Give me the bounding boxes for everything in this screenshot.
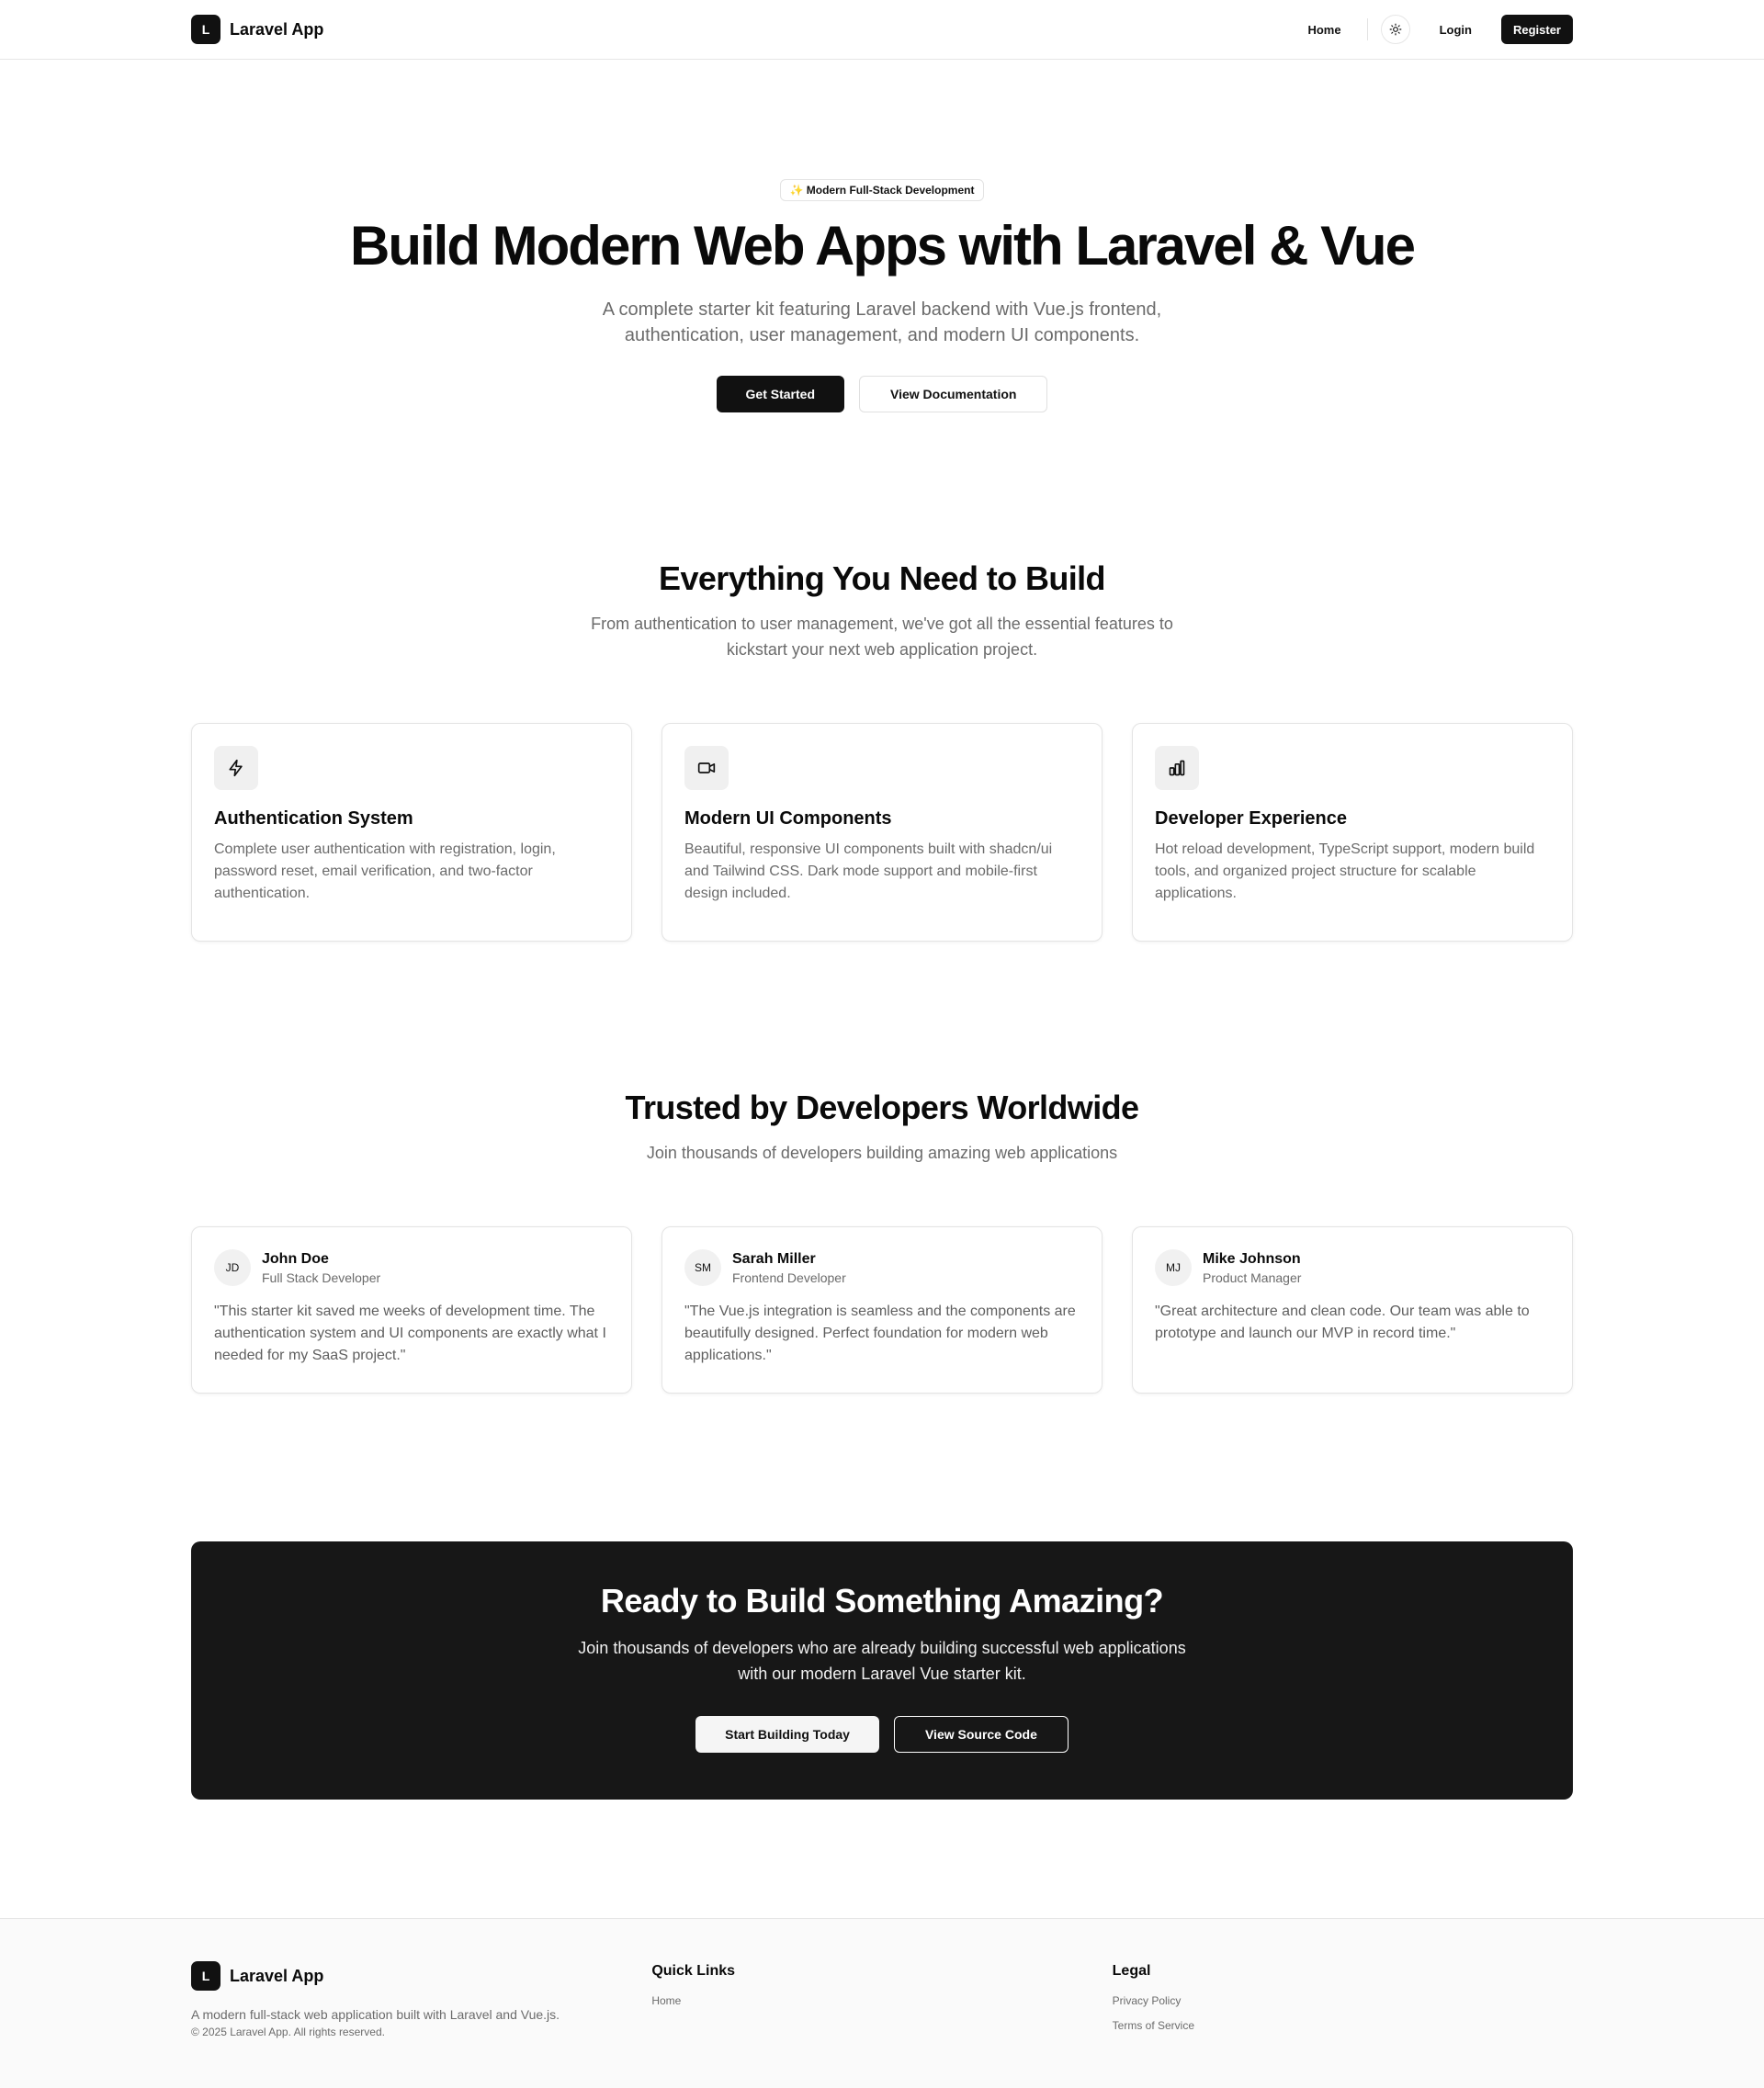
author-role: Product Manager [1203, 1270, 1302, 1285]
site-header: L Laravel App Home Login Register [0, 0, 1764, 60]
testimonial-card: JD John Doe Full Stack Developer "This s… [191, 1226, 632, 1394]
feature-title: Modern UI Components [684, 808, 892, 829]
site-footer: L Laravel App A modern full-stack web ap… [0, 1918, 1764, 2088]
feature-title: Authentication System [214, 808, 413, 829]
feature-description: Beautiful, responsive UI components buil… [684, 841, 1053, 901]
legal-heading: Legal [1112, 1963, 1151, 1979]
theme-toggle-button[interactable] [1380, 15, 1410, 44]
cta-subtitle: Join thousands of developers who are alr… [578, 1639, 1186, 1683]
footer-brand-mark: L [191, 1961, 220, 1991]
bar-chart-icon [1169, 760, 1185, 776]
view-documentation-button[interactable]: View Documentation [859, 376, 1048, 412]
footer-link-terms-of-service[interactable]: Terms of Service [1113, 2019, 1573, 2032]
feature-icon-box [1155, 746, 1199, 790]
feature-card-developer-experience: Developer Experience Hot reload developm… [1132, 723, 1573, 942]
nav-home-link[interactable]: Home [1295, 16, 1353, 44]
lightning-icon [229, 759, 243, 777]
hero-badge: ✨ Modern Full-Stack Development [779, 179, 985, 201]
brand-logo-link[interactable]: L Laravel App [191, 15, 323, 44]
author-name: John Doe [262, 1250, 329, 1267]
hero-section: ✨ Modern Full-Stack Development Build Mo… [0, 60, 1764, 412]
author-name: Mike Johnson [1203, 1250, 1301, 1267]
footer-brand-name: Laravel App [230, 1966, 324, 1985]
feature-card-ui-components: Modern UI Components Beautiful, responsi… [662, 723, 1102, 942]
nav-divider [1366, 18, 1368, 40]
brand-name: Laravel App [230, 19, 324, 39]
start-building-button[interactable]: Start Building Today [695, 1716, 879, 1753]
features-section: Everything You Need to Build From authen… [0, 412, 1764, 942]
testimonial-card: SM Sarah Miller Frontend Developer "The … [662, 1226, 1102, 1394]
footer-link-privacy-policy[interactable]: Privacy Policy [1113, 1994, 1573, 2007]
cta-actions: Start Building Today View Source Code [191, 1716, 1573, 1753]
testimonial-quote: "The Vue.js integration is seamless and … [684, 1304, 1076, 1363]
view-source-code-button[interactable]: View Source Code [893, 1716, 1069, 1753]
feature-description: Hot reload development, TypeScript suppo… [1155, 841, 1535, 901]
author-role: Frontend Developer [732, 1270, 846, 1285]
sun-icon [1389, 23, 1401, 36]
footer-legal-column: Legal Privacy Policy Terms of Service [1113, 1961, 1573, 2038]
quick-links-heading: Quick Links [651, 1963, 736, 1979]
footer-description: A modern full-stack web application buil… [191, 2007, 560, 2022]
cta-section: Ready to Build Something Amazing? Join t… [0, 1394, 1764, 1800]
feature-description: Complete user authentication with regist… [214, 841, 556, 901]
footer-brand-column: L Laravel App A modern full-stack web ap… [191, 1961, 651, 2038]
testimonial-quote: "Great architecture and clean code. Our … [1155, 1304, 1530, 1341]
feature-card-authentication: Authentication System Complete user auth… [191, 723, 632, 942]
feature-title: Developer Experience [1155, 808, 1347, 829]
cta-banner: Ready to Build Something Amazing? Join t… [191, 1541, 1573, 1800]
feature-icon-box [214, 746, 258, 790]
testimonial-author: JD John Doe Full Stack Developer [214, 1249, 609, 1286]
testimonials-section: Trusted by Developers Worldwide Join tho… [0, 942, 1764, 1394]
feature-grid: Authentication System Complete user auth… [191, 723, 1573, 942]
avatar: JD [214, 1249, 251, 1286]
testimonial-author: SM Sarah Miller Frontend Developer [684, 1249, 1080, 1286]
author-role: Full Stack Developer [262, 1270, 381, 1285]
author-name: Sarah Miller [732, 1250, 816, 1267]
features-subtitle: From authentication to user management, … [591, 615, 1173, 659]
cta-title: Ready to Build Something Amazing? [600, 1582, 1164, 1620]
hero-title: Build Modern Web Apps with Laravel & Vue [350, 215, 1416, 277]
hero-subtitle: A complete starter kit featuring Laravel… [602, 299, 1162, 345]
hero-actions: Get Started View Documentation [0, 376, 1764, 412]
testimonial-quote: "This starter kit saved me weeks of deve… [214, 1304, 606, 1363]
video-icon [697, 762, 716, 773]
footer-copyright: © 2025 Laravel App. All rights reserved. [191, 2026, 385, 2038]
features-title: Everything You Need to Build [659, 559, 1106, 597]
testimonials-subtitle: Join thousands of developers building am… [646, 1144, 1118, 1162]
testimonials-title: Trusted by Developers Worldwide [625, 1089, 1139, 1126]
footer-quick-links-column: Quick Links Home [651, 1961, 1112, 2038]
features-header: Everything You Need to Build From authen… [0, 559, 1764, 662]
testimonial-card: MJ Mike Johnson Product Manager "Great a… [1132, 1226, 1573, 1394]
testimonial-author: MJ Mike Johnson Product Manager [1155, 1249, 1550, 1286]
nav-login-link[interactable]: Login [1427, 16, 1485, 44]
footer-brand-link[interactable]: L Laravel App [191, 1961, 651, 1991]
testimonial-grid: JD John Doe Full Stack Developer "This s… [191, 1226, 1573, 1394]
testimonials-header: Trusted by Developers Worldwide Join tho… [0, 1089, 1764, 1166]
footer-link-home[interactable]: Home [651, 1994, 1112, 2007]
brand-mark: L [191, 15, 220, 44]
main-nav: Home Login Register [1295, 15, 1573, 44]
get-started-button[interactable]: Get Started [716, 376, 845, 412]
feature-icon-box [684, 746, 729, 790]
avatar: MJ [1155, 1249, 1192, 1286]
register-button[interactable]: Register [1500, 15, 1573, 44]
avatar: SM [684, 1249, 721, 1286]
